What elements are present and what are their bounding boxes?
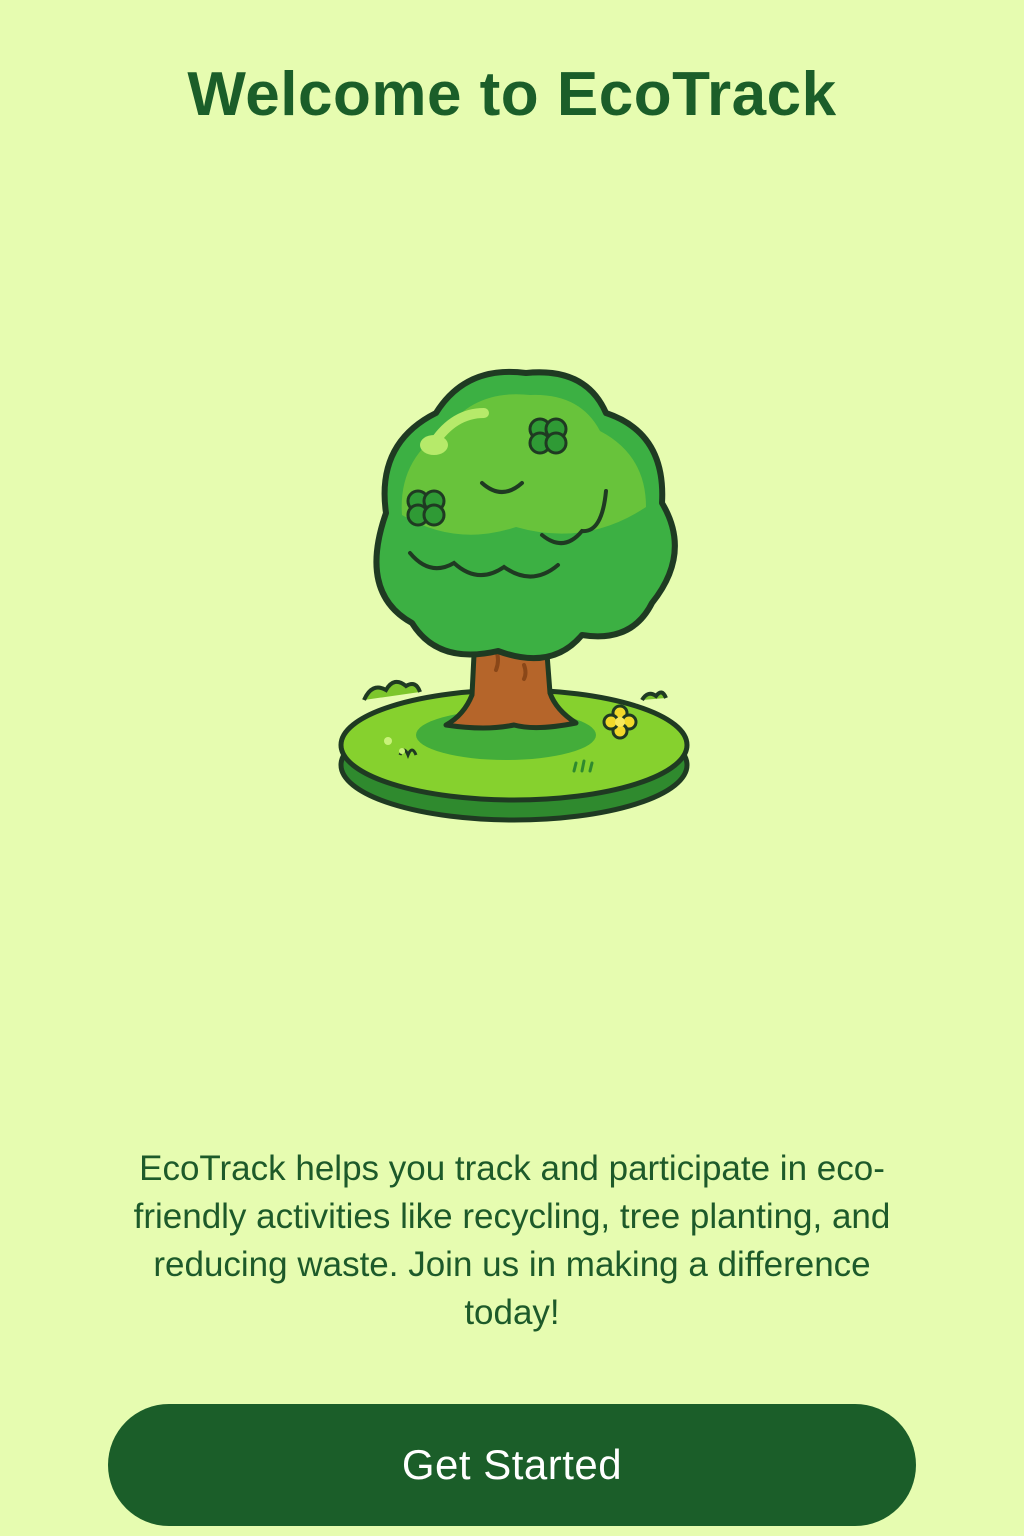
page-title: Welcome to EcoTrack <box>187 60 837 129</box>
app-description: EcoTrack helps you track and participate… <box>133 1149 891 1332</box>
tree-canopy-icon <box>373 368 678 662</box>
get-started-button[interactable]: Get Started <box>108 1404 916 1526</box>
tree-illustration <box>336 365 696 835</box>
